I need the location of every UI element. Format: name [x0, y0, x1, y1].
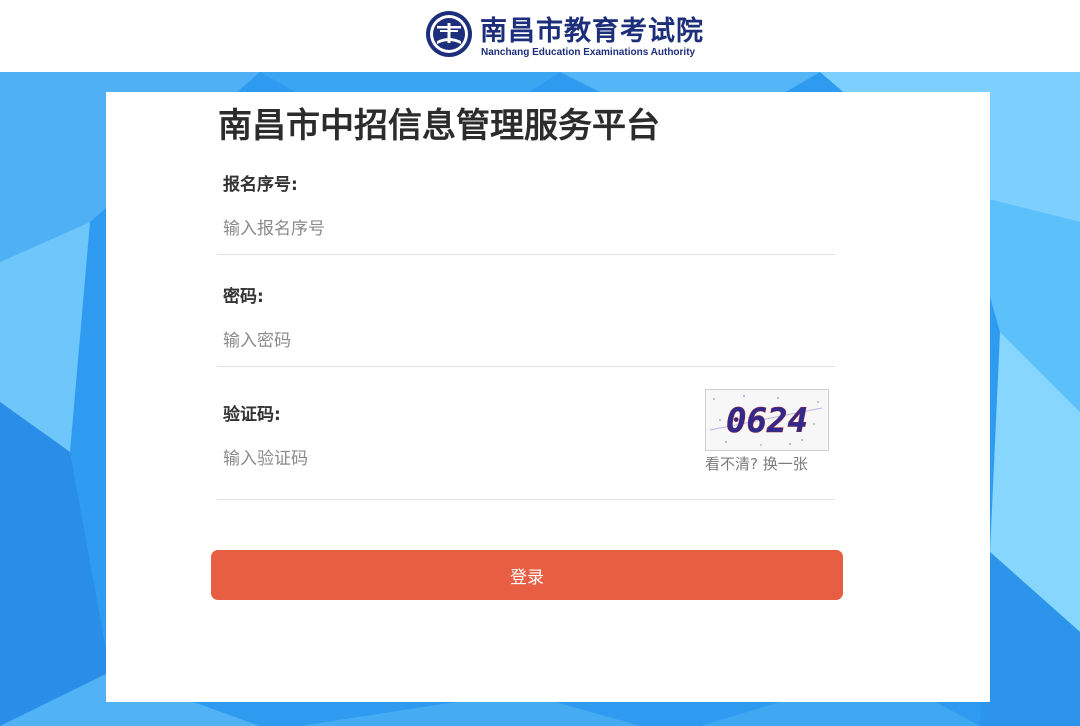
- org-logo: 南昌市教育考试院 Nanchang Education Examinations…: [425, 4, 703, 68]
- password-input[interactable]: [223, 326, 723, 356]
- reg-no-input[interactable]: [223, 214, 723, 244]
- divider: [217, 254, 835, 255]
- captcha-label: 验证码:: [223, 405, 281, 425]
- password-label: 密码:: [223, 287, 264, 307]
- org-name-en: Nanchang Education Examinations Authorit…: [481, 47, 696, 58]
- reg-no-label: 报名序号:: [223, 175, 298, 195]
- org-name-cn: 南昌市教育考试院: [480, 16, 704, 47]
- login-button[interactable]: 登录: [211, 550, 843, 600]
- captcha-code: 0624: [726, 401, 808, 441]
- captcha-input[interactable]: [223, 444, 683, 474]
- login-card: 南昌市中招信息管理服务平台 报名序号: 密码: 验证码: 0624 看不清? 换…: [106, 92, 990, 702]
- captcha-refresh-link[interactable]: 看不清? 换一张: [705, 453, 808, 474]
- captcha-noise: 0624: [709, 395, 823, 446]
- emblem-icon: [426, 11, 472, 57]
- divider: [217, 366, 835, 367]
- site-header: 南昌市教育考试院 Nanchang Education Examinations…: [0, 0, 1080, 72]
- page-title: 南昌市中招信息管理服务平台: [218, 106, 660, 146]
- divider: [217, 499, 835, 500]
- captcha-image[interactable]: 0624: [705, 389, 829, 451]
